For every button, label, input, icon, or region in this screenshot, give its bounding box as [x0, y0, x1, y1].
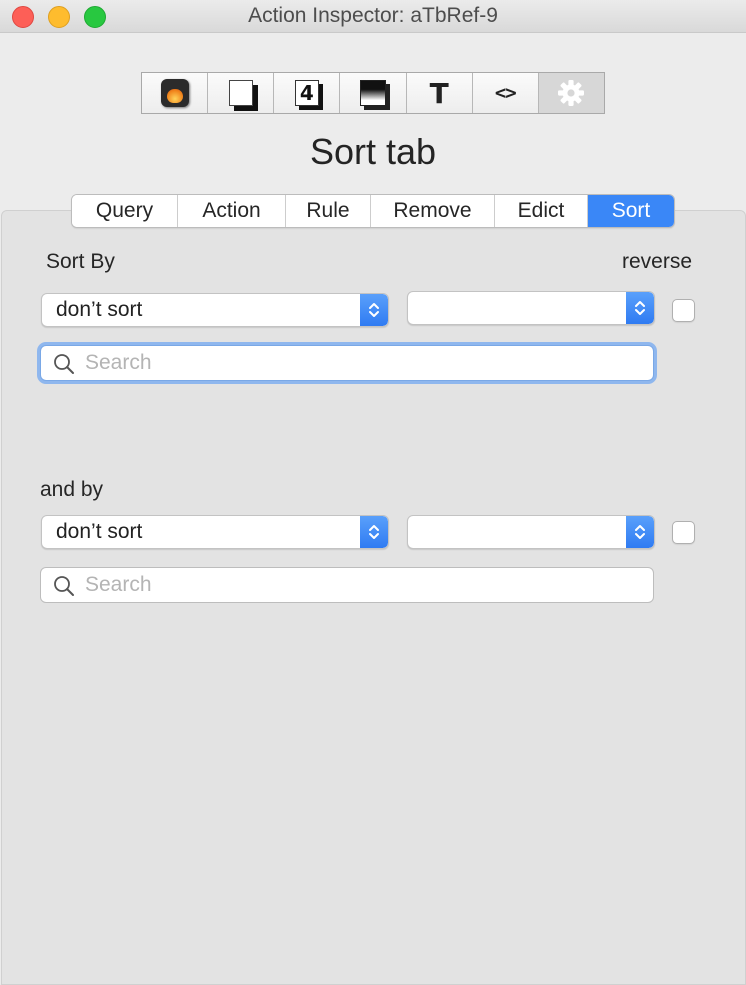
tab-query[interactable]: Query: [72, 195, 178, 227]
toolbar-button-action[interactable]: [538, 73, 604, 113]
sort-by-search-field[interactable]: [40, 345, 654, 381]
toolbar-button-properties[interactable]: [142, 73, 209, 113]
and-by-attribute-value: don’t sort: [56, 520, 143, 543]
page-icon: [228, 80, 253, 106]
toolbar-button-appearance[interactable]: [208, 73, 275, 113]
page-title: Sort tab: [309, 131, 437, 172]
tab-action[interactable]: Action: [178, 195, 286, 227]
inspector-tabs: Query Action Rule Remove Edict Sort: [71, 194, 675, 228]
window-title: Action Inspector: aTbRef-9: [248, 4, 498, 27]
sort-by-attribute-popup[interactable]: don’t sort: [41, 293, 389, 327]
tab-sort[interactable]: Sort: [588, 195, 674, 227]
tab-remove[interactable]: Remove: [371, 195, 495, 227]
tab-rule[interactable]: Rule: [286, 195, 371, 227]
toolbar-button-html[interactable]: <>: [472, 73, 539, 113]
title-bar: Action Inspector: aTbRef-9: [0, 0, 746, 33]
inspector-toolbar: 4 T <>: [141, 72, 605, 114]
chevron-up-down-icon: [626, 292, 654, 324]
gear-icon: [558, 80, 585, 106]
search-icon: [54, 354, 74, 374]
and-by-label: and by: [40, 478, 104, 501]
toolbar-button-text[interactable]: T: [406, 73, 473, 113]
and-by-attribute-popup[interactable]: don’t sort: [41, 515, 389, 549]
chevron-up-down-icon: [360, 294, 388, 326]
search-icon: [54, 576, 74, 596]
gradient-icon: [359, 80, 386, 106]
action-inspector-window: Action Inspector: aTbRef-9 4 T <> Sort t…: [0, 0, 746, 985]
toolbar-button-quickstamp[interactable]: 4: [274, 73, 341, 113]
sort-by-search-input[interactable]: [85, 346, 643, 380]
reverse-label: reverse: [622, 250, 693, 273]
sort-by-attribute-value: don’t sort: [56, 298, 143, 321]
chevron-up-down-icon: [626, 516, 654, 548]
sort-by-label: Sort By: [46, 250, 115, 273]
tab-edict[interactable]: Edict: [495, 195, 588, 227]
sort-by-reverse-checkbox[interactable]: [672, 299, 695, 322]
flame-icon: [160, 79, 189, 107]
and-by-search-field[interactable]: [40, 567, 654, 603]
and-by-search-input[interactable]: [85, 568, 643, 602]
code-brackets-icon: <>: [494, 82, 517, 104]
and-by-reverse-checkbox[interactable]: [672, 521, 695, 544]
toolbar-button-gradient[interactable]: [340, 73, 407, 113]
sort-by-secondary-popup[interactable]: [407, 291, 655, 325]
chevron-up-down-icon: [360, 516, 388, 548]
and-by-secondary-popup[interactable]: [407, 515, 655, 549]
text-icon: T: [429, 76, 449, 110]
number-four-icon: 4: [294, 80, 319, 106]
